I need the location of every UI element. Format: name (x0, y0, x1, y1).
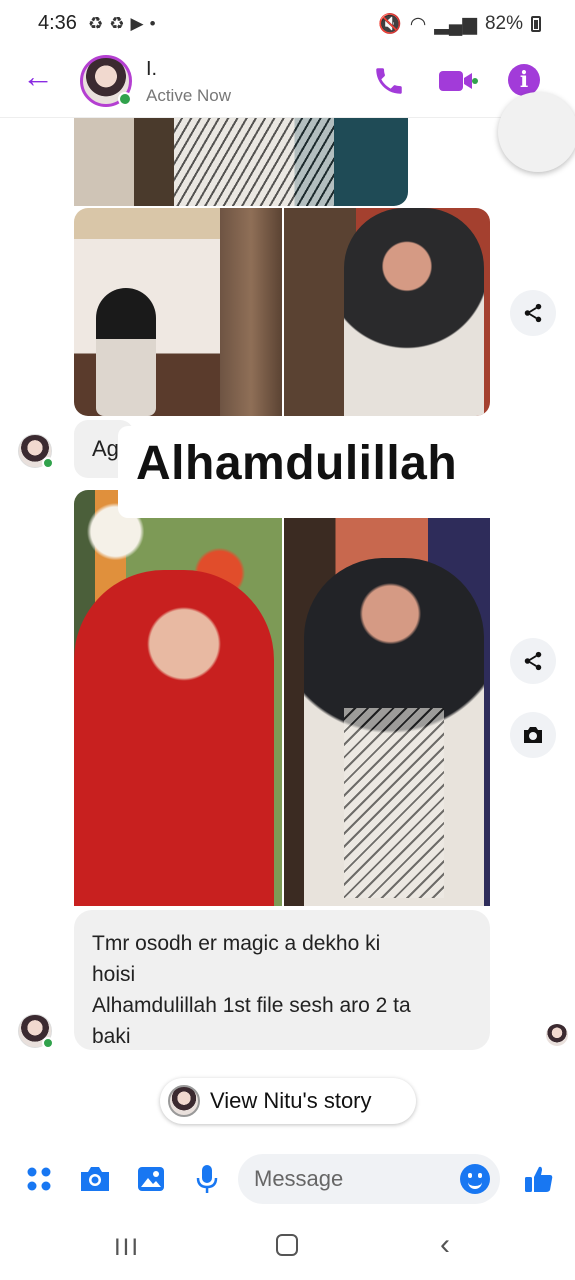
photo-subject (74, 570, 274, 906)
battery-level: 82% (484, 13, 523, 34)
back-button[interactable]: ‹ (440, 1228, 450, 1262)
thumbs-up-icon[interactable] (522, 1162, 556, 1196)
battery-icon (531, 16, 541, 32)
message-line: Alhamdulillah 1st file sesh aro 2 ta (92, 994, 411, 1017)
sender-avatar[interactable] (18, 434, 54, 469)
home-button[interactable] (276, 1234, 298, 1256)
mute-icon: 🔇 (378, 14, 402, 35)
sender-avatar[interactable] (18, 1014, 54, 1049)
back-arrow-icon[interactable]: ← (22, 60, 54, 92)
photo-subject (344, 208, 484, 416)
phone-icon[interactable] (372, 64, 406, 98)
message-composer (0, 1148, 575, 1212)
emoji-icon[interactable] (460, 1164, 490, 1194)
message-text: Ag (92, 436, 119, 461)
text-message-bubble[interactable]: Tmr osodh er magic a dekho ki hoisi Alha… (74, 910, 490, 1050)
photo-message[interactable] (284, 518, 490, 906)
photo-subject (96, 288, 156, 416)
mic-icon[interactable] (190, 1162, 224, 1196)
photo-detail (220, 208, 282, 416)
notification-icons: ♻ ♻ ▶ • (88, 14, 156, 34)
online-indicator (42, 1037, 54, 1049)
online-indicator (42, 457, 54, 469)
view-story-label: View Nitu's story (210, 1088, 372, 1113)
wifi-icon: ◠ (409, 13, 427, 35)
seen-receipt-avatar (546, 1024, 568, 1046)
sync-icon: ♻ (109, 14, 125, 33)
camera-icon[interactable] (78, 1162, 112, 1196)
share-button[interactable] (510, 638, 556, 684)
system-status: 🔇 ◠ ▂▄▆ 82% (378, 12, 541, 36)
system-nav-bar: III ‹ (0, 1212, 575, 1280)
contact-avatar[interactable] (80, 55, 132, 107)
photo-message[interactable] (74, 208, 282, 416)
sync-icon: ♻ (88, 14, 104, 33)
status-bar: 4:36 ♻ ♻ ▶ • 🔇 ◠ ▂▄▆ 82% (0, 0, 575, 48)
recent-apps-button[interactable]: III (114, 1234, 140, 1262)
photo-message[interactable] (74, 118, 408, 206)
active-status: Active Now (146, 86, 232, 105)
story-avatar (168, 1085, 200, 1117)
view-story-button[interactable]: View Nitu's story (160, 1078, 416, 1124)
share-icon (524, 651, 542, 671)
caption-overlay-text: Alhamdulillah (136, 437, 458, 490)
status-time: 4:36 (38, 12, 77, 34)
message-line: baki (92, 1025, 131, 1048)
save-photo-button[interactable] (510, 712, 556, 758)
youtube-icon: ▶ (130, 14, 144, 33)
message-line: hoisi (92, 963, 136, 986)
signal-icon: ▂▄▆ (434, 13, 477, 35)
gallery-icon[interactable] (134, 1162, 168, 1196)
dot-icon: • (149, 14, 156, 33)
message-line: Tmr osodh er magic a dekho ki (92, 932, 381, 955)
share-button[interactable] (510, 290, 556, 336)
online-indicator (118, 92, 132, 106)
share-icon (524, 303, 542, 323)
camera-icon (524, 727, 542, 743)
chat-header: ← I. Active Now i (0, 48, 575, 118)
contact-name[interactable]: I. (146, 58, 157, 81)
video-icon[interactable] (438, 68, 478, 94)
photo-message[interactable] (284, 208, 490, 416)
apps-icon[interactable] (22, 1162, 56, 1196)
photo-message[interactable] (74, 490, 282, 906)
chat-head-bubble[interactable] (498, 92, 575, 172)
photo-subject (304, 558, 484, 906)
